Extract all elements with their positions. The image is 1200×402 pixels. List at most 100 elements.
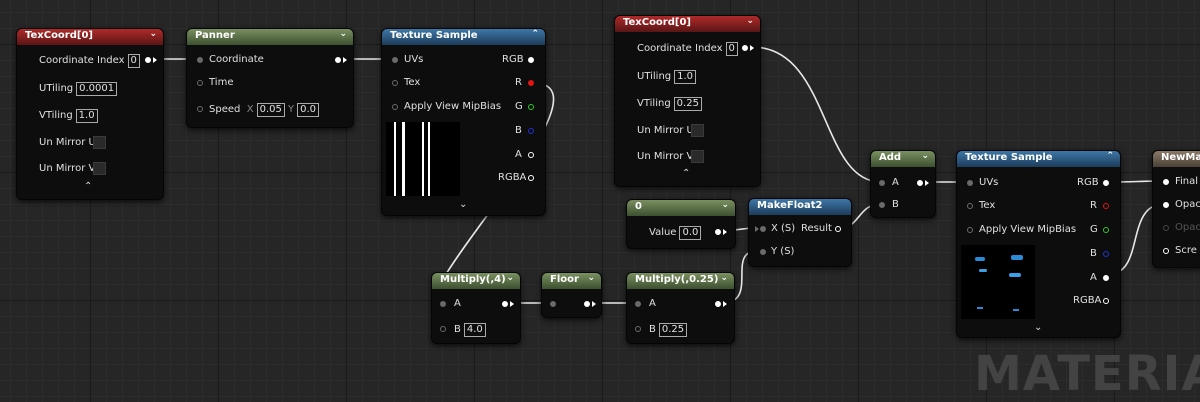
node-header[interactable]: Multiply(,0.25) ⌄ bbox=[627, 273, 734, 289]
chevron-down-icon[interactable]: ⌄ bbox=[921, 151, 929, 161]
un-mirror-v-checkbox[interactable] bbox=[691, 150, 704, 163]
node-title: Multiply(,0.25) bbox=[635, 274, 719, 285]
rgba-output-pin[interactable] bbox=[1103, 298, 1109, 304]
un-mirror-u-checkbox[interactable] bbox=[93, 136, 106, 149]
rgb-output-pin[interactable] bbox=[528, 57, 534, 63]
g-output-pin[interactable] bbox=[1103, 227, 1109, 233]
collapse-chevron-icon[interactable]: ⌄ bbox=[459, 199, 467, 210]
y-input-pin[interactable] bbox=[760, 249, 766, 255]
utiling-field[interactable]: 1.0 bbox=[674, 70, 697, 84]
un-mirror-u-checkbox[interactable] bbox=[691, 124, 704, 137]
tex-input-pin[interactable] bbox=[392, 80, 398, 86]
node-header[interactable]: TexCoord[0] ⌄ bbox=[615, 16, 760, 32]
vtiling-field[interactable]: 1.0 bbox=[75, 109, 98, 123]
node-header[interactable]: Add ⌄ bbox=[871, 151, 935, 167]
output-pin[interactable] bbox=[502, 301, 508, 307]
b-value-field[interactable]: 4.0 bbox=[463, 323, 486, 337]
node-header[interactable]: Floor ⌄ bbox=[542, 273, 601, 289]
node-header[interactable]: Panner ⌄ bbox=[187, 29, 353, 45]
screen-input-pin[interactable] bbox=[1163, 248, 1169, 254]
collapse-chevron-icon[interactable]: ⌄ bbox=[1034, 322, 1042, 333]
a-output-pin[interactable] bbox=[1103, 275, 1109, 281]
uvs-input-pin[interactable] bbox=[392, 57, 398, 63]
chevron-down-icon[interactable]: ⌄ bbox=[149, 29, 157, 39]
x-input-arrow-icon[interactable] bbox=[755, 226, 759, 232]
vtiling-field[interactable]: 0.25 bbox=[673, 97, 702, 111]
material-result-node[interactable]: NewMate Final Opac Opac Scre bbox=[1152, 150, 1200, 268]
speed-x-field[interactable]: 0.05 bbox=[256, 103, 285, 117]
chevron-down-icon[interactable]: ⌄ bbox=[721, 200, 729, 210]
panner-node[interactable]: Panner ⌄ Coordinate Time Speed X 0.05 Y 0.0 bbox=[186, 28, 354, 128]
rgb-output-pin[interactable] bbox=[1103, 180, 1109, 186]
texcoord-node-1[interactable]: TexCoord[0] ⌄ Coordinate Index 0 UTiling 0.… bbox=[16, 28, 164, 200]
opacity-input-pin[interactable] bbox=[1163, 202, 1169, 208]
a-output-pin[interactable] bbox=[528, 152, 534, 158]
multiply-node-2[interactable]: Multiply(,0.25) ⌄ A B 0.25 bbox=[626, 272, 735, 344]
node-header[interactable]: Texture Sample ⌃ bbox=[382, 29, 545, 45]
x-input-pin[interactable] bbox=[760, 226, 766, 232]
un-mirror-v-checkbox[interactable] bbox=[93, 162, 106, 175]
r-output-pin[interactable] bbox=[1103, 203, 1109, 209]
output-pin[interactable] bbox=[584, 301, 590, 307]
b-input-pin[interactable] bbox=[440, 326, 446, 332]
node-header[interactable]: Multiply(,4) ⌄ bbox=[432, 273, 520, 289]
floor-node[interactable]: Floor ⌄ bbox=[541, 272, 602, 318]
chevron-down-icon[interactable]: ⌄ bbox=[506, 273, 514, 283]
a-input-pin[interactable] bbox=[440, 301, 446, 307]
a-input-pin[interactable] bbox=[635, 301, 641, 307]
speed-input-pin[interactable] bbox=[197, 106, 203, 112]
add-node[interactable]: Add ⌄ A B bbox=[870, 150, 936, 218]
opacity-mask-label: Opac bbox=[1175, 222, 1200, 233]
collapse-chevron-icon[interactable]: ⌃ bbox=[682, 168, 690, 179]
b-output-pin[interactable] bbox=[1103, 251, 1109, 257]
time-input-pin[interactable] bbox=[197, 80, 203, 86]
node-header[interactable]: MakeFloat2 bbox=[749, 199, 851, 215]
collapse-chevron-icon[interactable]: ⌃ bbox=[84, 181, 92, 192]
chevron-down-icon[interactable]: ⌄ bbox=[720, 273, 728, 283]
b-label: B bbox=[1090, 248, 1097, 259]
output-pin[interactable] bbox=[715, 301, 721, 307]
coordinate-index-field[interactable]: 0 bbox=[725, 42, 738, 56]
output-pin[interactable] bbox=[715, 229, 721, 235]
makefloat2-node[interactable]: MakeFloat2 X (S) Result Y (S) bbox=[748, 198, 852, 267]
rgba-output-pin[interactable] bbox=[528, 175, 534, 181]
b-value-field[interactable]: 0.25 bbox=[658, 323, 688, 337]
input-pin[interactable] bbox=[550, 301, 556, 307]
node-header[interactable]: NewMate bbox=[1153, 151, 1200, 167]
utiling-field[interactable]: 0.0001 bbox=[76, 82, 118, 96]
coordinate-index-field[interactable]: 0 bbox=[127, 54, 140, 68]
final-color-input-pin[interactable] bbox=[1163, 179, 1169, 185]
node-header[interactable]: Texture Sample ⌃ bbox=[957, 151, 1120, 167]
a-input-pin[interactable] bbox=[879, 180, 885, 186]
chevron-up-icon[interactable]: ⌃ bbox=[1106, 151, 1114, 161]
g-output-pin[interactable] bbox=[528, 104, 534, 110]
node-header[interactable]: 0 ⌄ bbox=[627, 200, 735, 216]
texture-sample-node-1[interactable]: Texture Sample ⌃ UVs RGB Tex R Apply View… bbox=[381, 28, 546, 216]
b-input-pin[interactable] bbox=[879, 202, 885, 208]
multiply-node-1[interactable]: Multiply(,4) ⌄ A B 4.0 bbox=[431, 272, 521, 344]
output-pin[interactable] bbox=[335, 57, 341, 63]
b-input-pin[interactable] bbox=[635, 326, 641, 332]
output-pin[interactable] bbox=[145, 57, 151, 63]
mipbias-input-pin[interactable] bbox=[967, 227, 973, 233]
output-pin[interactable] bbox=[742, 45, 748, 51]
b-output-pin[interactable] bbox=[528, 128, 534, 134]
output-pin[interactable] bbox=[917, 180, 923, 186]
constant-node[interactable]: 0 ⌄ Value 0.0 bbox=[626, 199, 736, 249]
coordinate-input-pin[interactable] bbox=[197, 57, 203, 63]
value-field[interactable]: 0.0 bbox=[679, 226, 702, 240]
r-output-pin[interactable] bbox=[528, 80, 534, 86]
tex-input-pin[interactable] bbox=[967, 203, 973, 209]
chevron-up-icon[interactable]: ⌃ bbox=[531, 29, 539, 39]
texture-sample-node-2[interactable]: Texture Sample ⌃ UVs RGB Tex R Apply View… bbox=[956, 150, 1121, 338]
opacity-mask-input-pin[interactable] bbox=[1163, 225, 1169, 231]
node-header[interactable]: TexCoord[0] ⌄ bbox=[17, 29, 163, 45]
chevron-down-icon[interactable]: ⌄ bbox=[587, 273, 595, 283]
chevron-down-icon[interactable]: ⌄ bbox=[339, 29, 347, 39]
mipbias-input-pin[interactable] bbox=[392, 104, 398, 110]
texcoord-node-2[interactable]: TexCoord[0] ⌄ Coordinate Index 0 UTiling 1.… bbox=[614, 15, 761, 187]
result-output-pin[interactable] bbox=[835, 226, 841, 232]
speed-y-field[interactable]: 0.0 bbox=[297, 103, 320, 117]
uvs-input-pin[interactable] bbox=[967, 180, 973, 186]
chevron-down-icon[interactable]: ⌄ bbox=[746, 16, 754, 26]
